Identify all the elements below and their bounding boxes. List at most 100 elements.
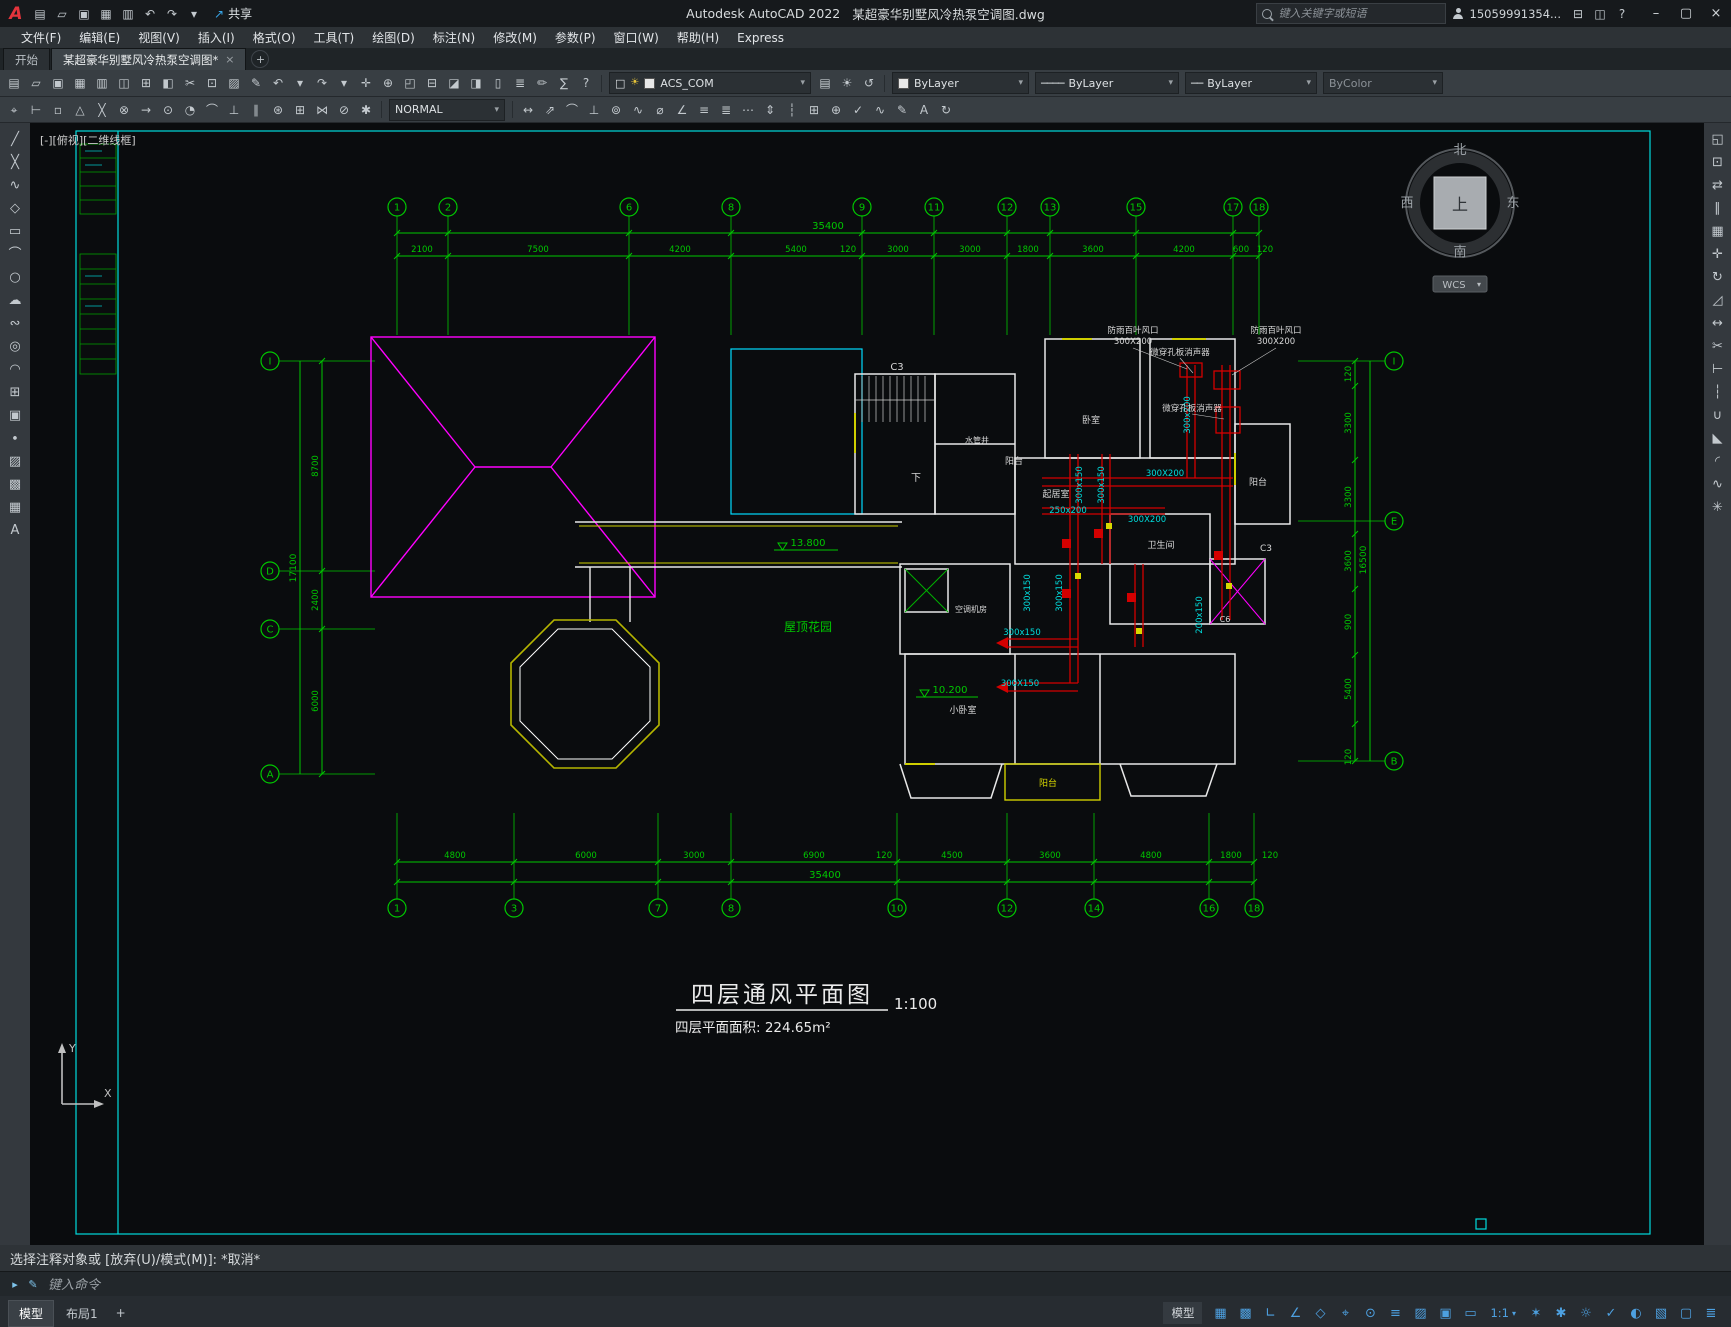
- paste-icon[interactable]: ▨: [223, 73, 245, 93]
- dim-continue-icon[interactable]: ⋯: [737, 100, 759, 120]
- command-pencil-icon[interactable]: ✎: [24, 1274, 42, 1294]
- snap-nearest-icon[interactable]: ⋈: [311, 100, 333, 120]
- qnew-icon[interactable]: ▤: [3, 73, 25, 93]
- match-properties-icon[interactable]: ✎: [245, 73, 267, 93]
- break-icon[interactable]: ┆: [1706, 381, 1730, 403]
- zoom-realtime-icon[interactable]: ⊕: [377, 73, 399, 93]
- workspace-switching-icon[interactable]: ☼: [1574, 1302, 1598, 1324]
- create-block-icon[interactable]: ▣: [3, 404, 27, 426]
- annotation-scale-button[interactable]: 1:1 ▾: [1483, 1306, 1523, 1320]
- revision-cloud-icon[interactable]: ☁: [3, 289, 27, 311]
- menu-item[interactable]: 绘图(D): [363, 28, 424, 47]
- layer-properties-icon[interactable]: ▤: [814, 73, 836, 93]
- snap-endpoint-icon[interactable]: ▫: [47, 100, 69, 120]
- menu-item[interactable]: 编辑(E): [70, 28, 129, 47]
- layer-combo[interactable]: □ ☀ ACS_COM ▾: [609, 72, 811, 94]
- snap-node-icon[interactable]: ⊛: [267, 100, 289, 120]
- line-tool-icon[interactable]: ╱: [3, 128, 27, 150]
- menu-item[interactable]: 工具(T): [305, 28, 364, 47]
- polar-tracking-icon[interactable]: ∠: [1283, 1302, 1307, 1324]
- menu-item[interactable]: 窗口(W): [605, 28, 668, 47]
- dim-angular-icon[interactable]: ∠: [671, 100, 693, 120]
- wcs-selector[interactable]: WCS ▾: [1432, 275, 1488, 293]
- menu-item[interactable]: 视图(V): [129, 28, 189, 47]
- rectangle-icon[interactable]: ▭: [3, 220, 27, 242]
- menu-item[interactable]: 文件(F): [12, 28, 70, 47]
- snap-midpoint-icon[interactable]: △: [69, 100, 91, 120]
- menu-item[interactable]: 参数(P): [546, 28, 605, 47]
- undo-icon[interactable]: ↶: [139, 4, 161, 24]
- region-icon[interactable]: ▦: [3, 496, 27, 518]
- temporary-track-icon[interactable]: ⌖: [3, 100, 25, 120]
- new-tab-button[interactable]: +: [251, 50, 270, 68]
- pan-icon[interactable]: ✛: [355, 73, 377, 93]
- apps-icon[interactable]: ◫: [1589, 4, 1611, 24]
- qat-menu-caret-icon[interactable]: ▾: [183, 4, 205, 24]
- offset-icon[interactable]: ∥: [1706, 197, 1730, 219]
- save-icon[interactable]: ▣: [73, 4, 95, 24]
- snap-apparent-icon[interactable]: ⊗: [113, 100, 135, 120]
- layer-previous-icon[interactable]: ↺: [858, 73, 880, 93]
- maximize-button[interactable]: ▢: [1671, 0, 1701, 27]
- snap-tangent-icon[interactable]: ⌒: [201, 100, 223, 120]
- ortho-icon[interactable]: ∟: [1258, 1302, 1282, 1324]
- scale-icon[interactable]: ◿: [1706, 289, 1730, 311]
- markup-icon[interactable]: ✏: [531, 73, 553, 93]
- customization-icon[interactable]: ≣: [1699, 1302, 1723, 1324]
- dim-ordinate-icon[interactable]: ⊥: [583, 100, 605, 120]
- save-all-icon[interactable]: ▦: [95, 4, 117, 24]
- object-snap-icon[interactable]: ⊙: [1358, 1302, 1382, 1324]
- help-icon[interactable]: ?: [575, 73, 597, 93]
- model-space-toggle[interactable]: 模型: [1163, 1302, 1203, 1324]
- quick-dim-icon[interactable]: ≡: [693, 100, 715, 120]
- selection-cycling-icon[interactable]: ▣: [1433, 1302, 1457, 1324]
- circle-icon[interactable]: ○: [3, 266, 27, 288]
- spline-icon[interactable]: ∾: [3, 312, 27, 334]
- cut-icon[interactable]: ✂: [179, 73, 201, 93]
- snap-insert-icon[interactable]: ⊞: [289, 100, 311, 120]
- qnew-icon[interactable]: ▤: [29, 4, 51, 24]
- redo-icon[interactable]: ↷: [161, 4, 183, 24]
- grid-icon[interactable]: ▦: [1208, 1302, 1232, 1324]
- tab-document[interactable]: 某超豪华别墅风冷热泵空调图* ×: [51, 48, 247, 70]
- construction-line-icon[interactable]: ╳: [3, 151, 27, 173]
- plot-preview-icon[interactable]: ◫: [113, 73, 135, 93]
- polygon-icon[interactable]: ◇: [3, 197, 27, 219]
- menu-item[interactable]: 插入(I): [189, 28, 244, 47]
- cart-icon[interactable]: ⊟: [1567, 4, 1589, 24]
- drawing-viewport[interactable]: [-][俯视][二维线框] 1 2 6 8 9 11 12 13 15 17 18354002100…: [30, 123, 1704, 1245]
- search-icon[interactable]: [1261, 8, 1272, 19]
- zoom-previous-icon[interactable]: ⊟: [421, 73, 443, 93]
- publish-icon[interactable]: ⊞: [135, 73, 157, 93]
- isodraft-icon[interactable]: ◇: [1308, 1302, 1332, 1324]
- compass-west-label[interactable]: 西: [1400, 196, 1413, 211]
- graphics-performance-icon[interactable]: ▧: [1649, 1302, 1673, 1324]
- menu-item[interactable]: Express: [728, 30, 793, 46]
- snap-center-icon[interactable]: ⊙: [157, 100, 179, 120]
- sheet-set-manager-icon[interactable]: ≣: [509, 73, 531, 93]
- color-combo[interactable]: ByLayer ▾: [892, 72, 1029, 94]
- open-icon[interactable]: ▱: [25, 73, 47, 93]
- dim-linear-icon[interactable]: ↔: [517, 100, 539, 120]
- join-icon[interactable]: ∪: [1706, 404, 1730, 426]
- copy-icon[interactable]: ⊡: [1706, 151, 1730, 173]
- extend-icon[interactable]: ⊢: [1706, 358, 1730, 380]
- command-prompt-icon[interactable]: ▸: [6, 1274, 24, 1294]
- annotation-visibility-icon[interactable]: ✶: [1524, 1302, 1548, 1324]
- redo-icon[interactable]: ↷: [311, 73, 333, 93]
- save-icon[interactable]: ▣: [47, 73, 69, 93]
- snap-mode-icon[interactable]: ▩: [1233, 1302, 1257, 1324]
- osnap-settings-icon[interactable]: ✱: [355, 100, 377, 120]
- layout1-tab[interactable]: 布局1: [56, 1301, 108, 1326]
- dim-radius-icon[interactable]: ⊚: [605, 100, 627, 120]
- clean-screen-icon[interactable]: ▢: [1674, 1302, 1698, 1324]
- object-snap-tracking-icon[interactable]: ⌖: [1333, 1302, 1357, 1324]
- plot-icon[interactable]: ▥: [91, 73, 113, 93]
- designcenter-icon[interactable]: ◨: [465, 73, 487, 93]
- undo-icon[interactable]: ↶: [267, 73, 289, 93]
- compass-north-label[interactable]: 北: [1453, 143, 1466, 158]
- tool-palettes-icon[interactable]: ▯: [487, 73, 509, 93]
- help-icon[interactable]: ?: [1611, 4, 1633, 24]
- snap-from-icon[interactable]: ⊢: [25, 100, 47, 120]
- polyline-icon[interactable]: ∿: [3, 174, 27, 196]
